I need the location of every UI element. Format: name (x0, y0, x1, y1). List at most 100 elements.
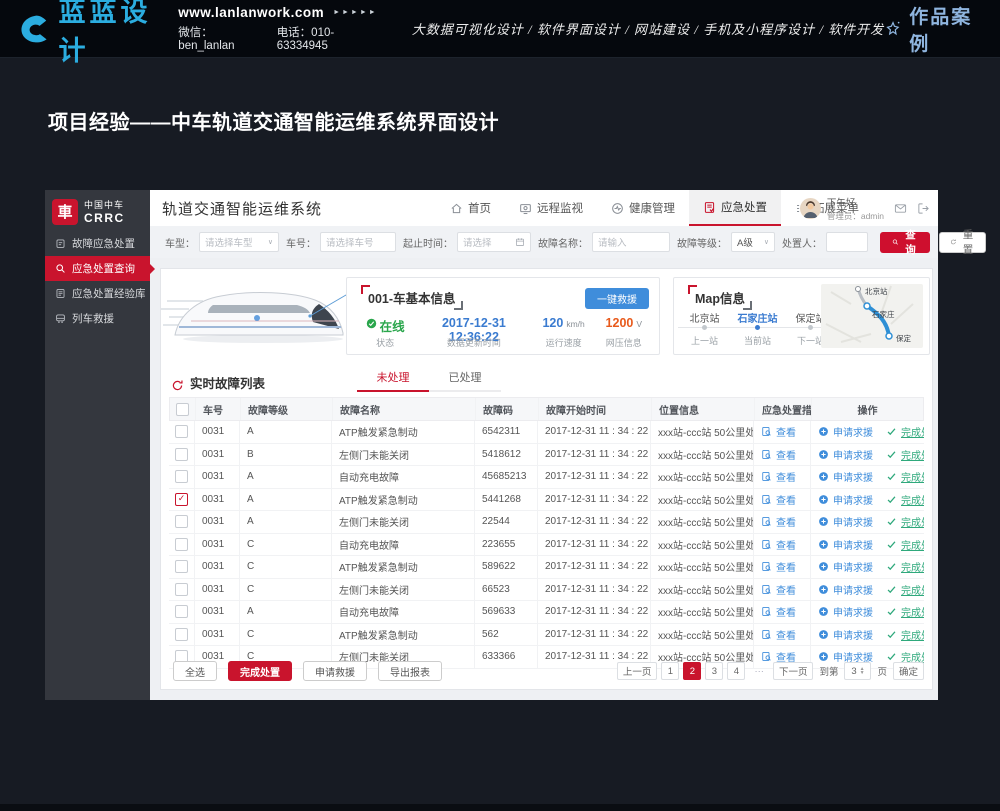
row-checkbox[interactable] (175, 515, 188, 528)
tab[interactable]: 已处理 (429, 369, 501, 392)
batch-button[interactable]: 全选 (173, 661, 217, 681)
nav-item[interactable]: 远程监视 (505, 190, 597, 226)
request-rescue-link[interactable]: 申请求援 (818, 492, 873, 507)
complete-link[interactable]: 完成处理 (886, 424, 924, 439)
row-checkbox[interactable] (175, 628, 188, 641)
view-link[interactable]: 查看 (761, 604, 796, 619)
complete-link[interactable]: 完成处理 (886, 582, 924, 597)
row-checkbox[interactable]: ✓ (175, 493, 188, 506)
complete-link[interactable]: 完成处理 (886, 492, 924, 507)
complete-link[interactable]: 完成处理 (886, 447, 924, 462)
mail-icon[interactable] (894, 202, 907, 215)
tab[interactable]: 未处理 (357, 369, 429, 392)
row-checkbox[interactable] (175, 560, 188, 573)
logout-icon[interactable] (917, 202, 930, 215)
request-rescue-link[interactable]: 申请求援 (818, 537, 873, 552)
page-button[interactable]: 3 (705, 662, 723, 680)
sidebar-item[interactable]: 应急处置经验库 (45, 281, 150, 306)
row-checkbox[interactable] (175, 448, 188, 461)
sidebar-item[interactable]: 列车救援 (45, 306, 150, 331)
view-link[interactable]: 查看 (761, 627, 796, 642)
cell-measures: 查看 (754, 556, 811, 578)
cell-measures: 查看 (754, 444, 811, 466)
sidebar-item[interactable]: 应急处置查询 (45, 256, 150, 281)
app-navbar: 轨道交通智能运维系统 首页远程监视健康管理应急处置拓展菜单 下午好 管理员：ad… (150, 190, 938, 227)
column-header: 位置信息 (652, 398, 755, 420)
view-link[interactable]: 查看 (761, 492, 796, 507)
batch-button[interactable]: 申请救援 (303, 661, 367, 681)
batch-button[interactable]: 导出报表 (378, 661, 442, 681)
search-icon (55, 263, 66, 274)
row-checkbox-cell (169, 421, 195, 443)
request-rescue-link[interactable]: 申请求援 (818, 559, 873, 574)
refresh-icon[interactable] (171, 379, 184, 392)
page-button[interactable]: 4 (727, 662, 745, 680)
sidebar-item[interactable]: 故障应急处置 (45, 231, 150, 256)
mini-map[interactable]: 北京站 石家庄 保定 (821, 284, 923, 348)
request-rescue-link[interactable]: 申请求援 (818, 447, 873, 462)
next-page-button[interactable]: 下一页 (773, 662, 814, 680)
nav-item[interactable]: 应急处置 (689, 190, 781, 226)
cell-start-time: 2017-12-31 11 : 34 : 22 (538, 534, 651, 556)
cell-start-time: 2017-12-31 11 : 34 : 22 (538, 601, 651, 623)
page-button[interactable]: 2 (683, 662, 701, 680)
cell-fault-name: ATP触发紧急制动 (332, 624, 475, 646)
portfolio-link[interactable]: 作品案例 (884, 2, 978, 56)
row-checkbox[interactable] (175, 425, 188, 438)
view-link[interactable]: 查看 (761, 469, 796, 484)
circle-plus-icon (818, 471, 829, 482)
calendar-icon (515, 237, 525, 247)
filter-input[interactable] (826, 232, 868, 252)
station-name: 石家庄站 (731, 310, 784, 323)
filter-select[interactable]: 请选择车型∨ (199, 232, 279, 252)
jump-page-input[interactable]: 3▲▼ (844, 662, 871, 680)
cell-fault-code: 589622 (475, 556, 538, 578)
nav-item[interactable]: 健康管理 (597, 190, 689, 226)
request-rescue-link[interactable]: 申请求援 (818, 627, 873, 642)
filter-value: 请输入 (598, 235, 627, 249)
cell-location: xxx站-ccc站 50公里处 (651, 624, 754, 646)
cell-fault-code: 5418612 (475, 444, 538, 466)
filter-select[interactable]: A级∨ (731, 232, 775, 252)
one-key-rescue-button[interactable]: 一键救援 (585, 288, 649, 309)
stepper-arrows-icon[interactable]: ▲▼ (860, 667, 865, 675)
cell-location: xxx站-ccc站 50公里处 (651, 601, 754, 623)
nav-item[interactable]: 首页 (436, 190, 505, 226)
row-checkbox[interactable] (175, 605, 188, 618)
view-link[interactable]: 查看 (761, 424, 796, 439)
prev-page-button[interactable]: 上一页 (617, 662, 658, 680)
reset-button[interactable]: 重置 (939, 232, 987, 253)
website-link[interactable]: www.lanlanwork.com (178, 5, 324, 20)
filter-date[interactable]: 请选择 (457, 232, 531, 252)
view-link[interactable]: 查看 (761, 537, 796, 552)
batch-button[interactable]: 完成处置 (228, 661, 292, 681)
filter-input[interactable]: 请选择车号 (320, 232, 396, 252)
request-rescue-link[interactable]: 申请求援 (818, 469, 873, 484)
view-link[interactable]: 查看 (761, 447, 796, 462)
fault-table: 车号故障等级故障名称故障码故障开始时间位置信息应急处置措施操作0031AATP触… (169, 397, 924, 669)
row-checkbox[interactable] (175, 538, 188, 551)
request-rescue-link[interactable]: 申请求援 (818, 514, 873, 529)
request-rescue-link[interactable]: 申请求援 (818, 424, 873, 439)
filter-input[interactable]: 请输入 (592, 232, 670, 252)
confirm-button[interactable]: 确定 (893, 662, 924, 680)
complete-link[interactable]: 完成处理 (886, 537, 924, 552)
view-link[interactable]: 查看 (761, 582, 796, 597)
complete-link[interactable]: 完成处理 (886, 627, 924, 642)
row-checkbox[interactable] (175, 583, 188, 596)
crrc-name-en: CRRC (84, 211, 125, 225)
complete-link[interactable]: 完成处理 (886, 559, 924, 574)
row-checkbox[interactable] (175, 470, 188, 483)
select-all-checkbox[interactable] (176, 403, 189, 416)
page-button[interactable]: 1 (661, 662, 679, 680)
view-link[interactable]: 查看 (761, 559, 796, 574)
check-icon (886, 471, 897, 482)
complete-link[interactable]: 完成处理 (886, 514, 924, 529)
complete-link[interactable]: 完成处理 (886, 604, 924, 619)
request-rescue-link[interactable]: 申请求援 (818, 582, 873, 597)
view-link[interactable]: 查看 (761, 514, 796, 529)
search-button[interactable]: 查询 (880, 232, 930, 253)
complete-link[interactable]: 完成处理 (886, 469, 924, 484)
avatar[interactable] (800, 198, 821, 219)
request-rescue-link[interactable]: 申请求援 (818, 604, 873, 619)
